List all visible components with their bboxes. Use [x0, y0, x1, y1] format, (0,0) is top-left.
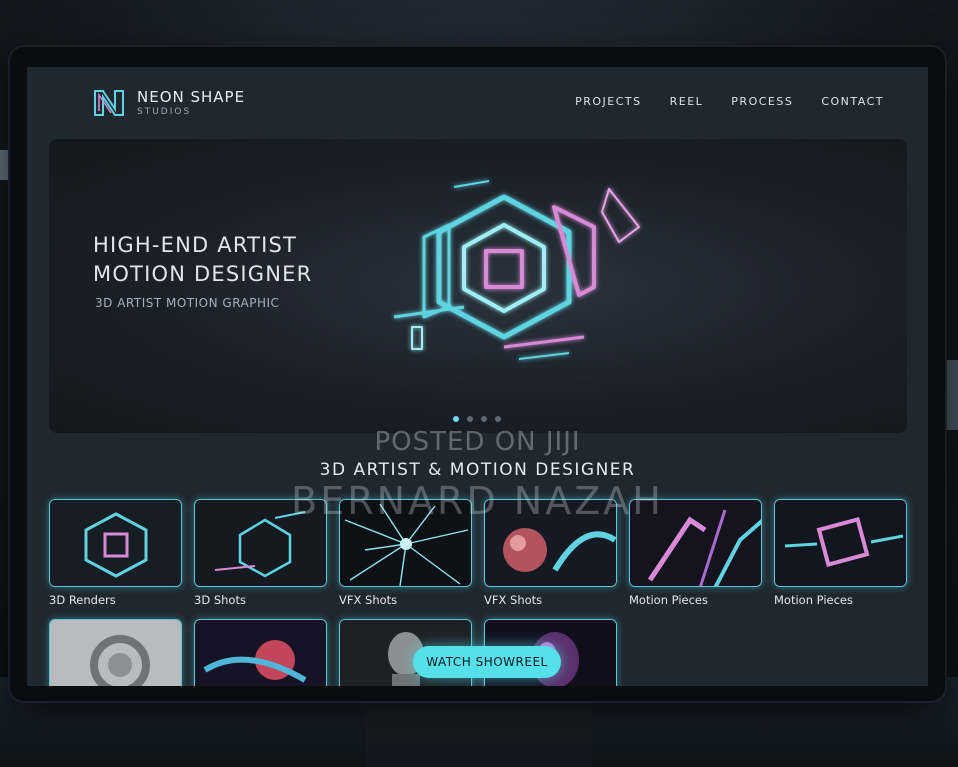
nav-projects[interactable]: PROJECTS	[575, 95, 642, 108]
hero-title: HIGH-END ARTIST MOTION DESIGNER	[93, 233, 313, 286]
tile-label: Motion Pieces	[774, 593, 853, 607]
hero-subtitle: 3D ARTIST MOTION GRAPHIC	[95, 296, 280, 310]
section-title: 3D ARTIST & MOTION DESIGNER	[319, 460, 636, 480]
neon-cube-artwork	[393, 180, 640, 360]
website-screen: NEON SHAPE STUDIOS PROJECTS REEL PROCESS…	[27, 67, 928, 686]
watch-showreel-button[interactable]: WATCH SHOWREEL	[413, 646, 561, 678]
thumbnail-particle-sphere	[194, 619, 327, 686]
slider-dot-1[interactable]	[453, 416, 459, 422]
watermark-line-2: BERNARD NAZAH	[291, 479, 664, 523]
nav-process[interactable]: PROCESS	[731, 95, 793, 108]
tile-label: Motion Pieces	[629, 593, 708, 607]
monitor-stand	[366, 700, 592, 767]
slider-dot-4[interactable]	[495, 416, 501, 422]
thumbnail-gray-render	[49, 619, 182, 686]
brand-logo[interactable]: NEON SHAPE STUDIOS	[91, 85, 245, 121]
logo-n-icon	[91, 85, 127, 121]
gallery-tile[interactable]	[194, 619, 327, 686]
slider-dot-2[interactable]	[467, 416, 473, 422]
watermark-line-1: POSTED ON JIJI	[374, 427, 581, 457]
nav-reel[interactable]: REEL	[670, 95, 704, 108]
brand-name: NEON SHAPE	[137, 87, 246, 106]
gallery-tile[interactable]	[49, 619, 182, 686]
tile-label: 3D Renders	[49, 593, 116, 607]
slider-dots	[453, 416, 501, 422]
main-nav: PROJECTS REEL PROCESS CONTACT	[575, 95, 884, 108]
tile-label: VFX Shots	[484, 593, 543, 607]
monitor-frame: NEON SHAPE STUDIOS PROJECTS REEL PROCESS…	[10, 47, 945, 701]
tile-label: 3D Shots	[194, 593, 246, 607]
slider-dot-3[interactable]	[481, 416, 487, 422]
nav-contact[interactable]: CONTACT	[821, 95, 884, 108]
brand-sub: STUDIOS	[137, 106, 192, 117]
hero-banner: HIGH-END ARTIST MOTION DESIGNER 3D ARTIS…	[49, 139, 907, 433]
tile-label: VFX Shots	[339, 593, 398, 607]
